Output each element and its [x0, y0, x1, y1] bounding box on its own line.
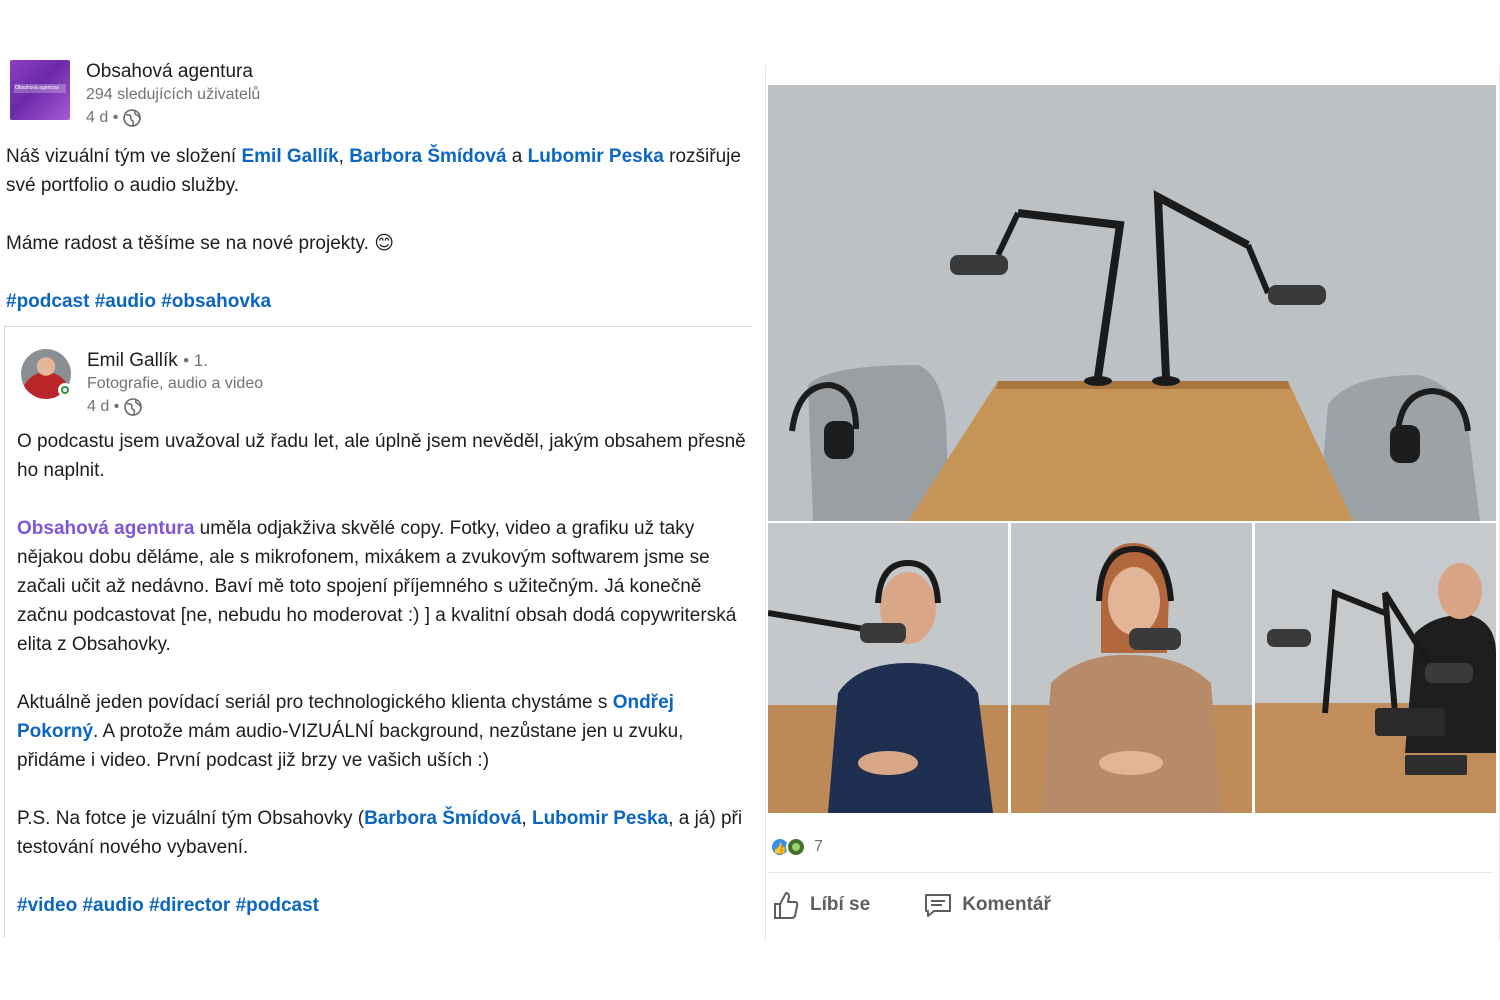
shared-post-text: O podcastu jsem uvažoval už řadu let, al…	[17, 427, 757, 949]
mention-lubomir-2[interactable]: Lubomir Peska	[532, 808, 668, 829]
celebrate-reaction-icon	[786, 837, 806, 857]
thumbs-up-icon	[774, 892, 799, 919]
photo-man-with-headphones[interactable]	[768, 523, 1008, 813]
comment-button[interactable]: Komentář	[918, 883, 1055, 927]
photo-woman-with-headphones[interactable]	[1011, 523, 1252, 813]
shared-author-headline: Fotografie, audio a video	[87, 375, 264, 392]
org-post-paragraph-2: Máme radost a těšíme se na nové projekty…	[6, 233, 395, 254]
shared-post-hashtags[interactable]: #video #audio #director #podcast	[17, 891, 757, 920]
mention-obsahova-agentura[interactable]: Obsahová agentura	[17, 518, 194, 539]
photo-man-illustration	[768, 523, 1008, 813]
online-status-icon	[58, 383, 72, 397]
reaction-count: 7	[814, 838, 823, 855]
shared-post: Emil Gallík • 1. Fotografie, audio a vid…	[4, 326, 752, 938]
photo-studio[interactable]	[768, 85, 1496, 521]
shared-post-header: Emil Gallík • 1. Fotografie, audio a vid…	[21, 349, 263, 419]
shared-post-time-text: 4 d •	[87, 398, 120, 415]
shared-post-time: 4 d •	[87, 395, 263, 419]
mention-barbora[interactable]: Barbora Šmídová	[349, 146, 506, 167]
post-time: 4 d •	[86, 106, 260, 130]
org-post-paragraph-1: Náš vizuální tým ve složení Emil Gallík,…	[6, 146, 741, 196]
mention-emil[interactable]: Emil Gallík	[241, 146, 338, 167]
shared-author-name[interactable]: Emil Gallík	[87, 350, 178, 371]
shared-paragraph-4: P.S. Na fotce je vizuální tým Obsahovky …	[17, 808, 743, 858]
post-actions: Líbí se Komentář	[766, 883, 1099, 927]
like-button[interactable]: Líbí se	[766, 883, 874, 927]
reactions-summary[interactable]: 👍 7	[770, 837, 823, 857]
company-logo-text: Obsahová agentura	[15, 85, 59, 91]
shared-paragraph-2: Obsahová agentura uměla odjakživa skvělé…	[17, 518, 737, 655]
photo-studio-illustration	[768, 85, 1496, 521]
shared-author: Emil Gallík • 1.	[87, 349, 263, 373]
shared-paragraph-1: O podcastu jsem uvažoval už řadu let, al…	[17, 431, 746, 481]
comment-icon	[925, 894, 952, 917]
mention-lubomir[interactable]: Lubomir Peska	[528, 146, 664, 167]
follower-count: 294 sledujících uživatelů	[86, 86, 261, 103]
photo-man-mixer-illustration	[1255, 523, 1496, 813]
connection-degree: • 1.	[183, 351, 208, 370]
divider	[768, 872, 1493, 873]
company-name[interactable]: Obsahová agentura	[86, 60, 260, 84]
org-post-header: Obsahová agentura Obsahová agentura 294 …	[10, 60, 260, 130]
photo-woman-illustration	[1011, 523, 1252, 813]
avatar[interactable]	[21, 349, 72, 399]
org-post-text: Náš vizuální tým ve složení Emil Gallík,…	[6, 142, 746, 345]
left-column: Obsahová agentura Obsahová agentura 294 …	[0, 0, 755, 1000]
org-post-hashtags[interactable]: #podcast #audio #obsahovka	[6, 287, 746, 316]
like-label: Líbí se	[810, 894, 871, 915]
globe-icon	[124, 398, 143, 416]
right-column: 👍 7 Líbí se Komentář	[765, 65, 1500, 940]
post-time-text: 4 d •	[86, 109, 119, 126]
comment-label: Komentář	[962, 894, 1051, 915]
globe-icon	[123, 109, 142, 127]
mention-barbora-2[interactable]: Barbora Šmídová	[364, 808, 521, 829]
company-logo[interactable]: Obsahová agentura	[10, 60, 70, 120]
photo-man-with-mixer[interactable]	[1255, 523, 1496, 813]
shared-paragraph-3: Aktuálně jeden povídací seriál pro techn…	[17, 692, 684, 771]
